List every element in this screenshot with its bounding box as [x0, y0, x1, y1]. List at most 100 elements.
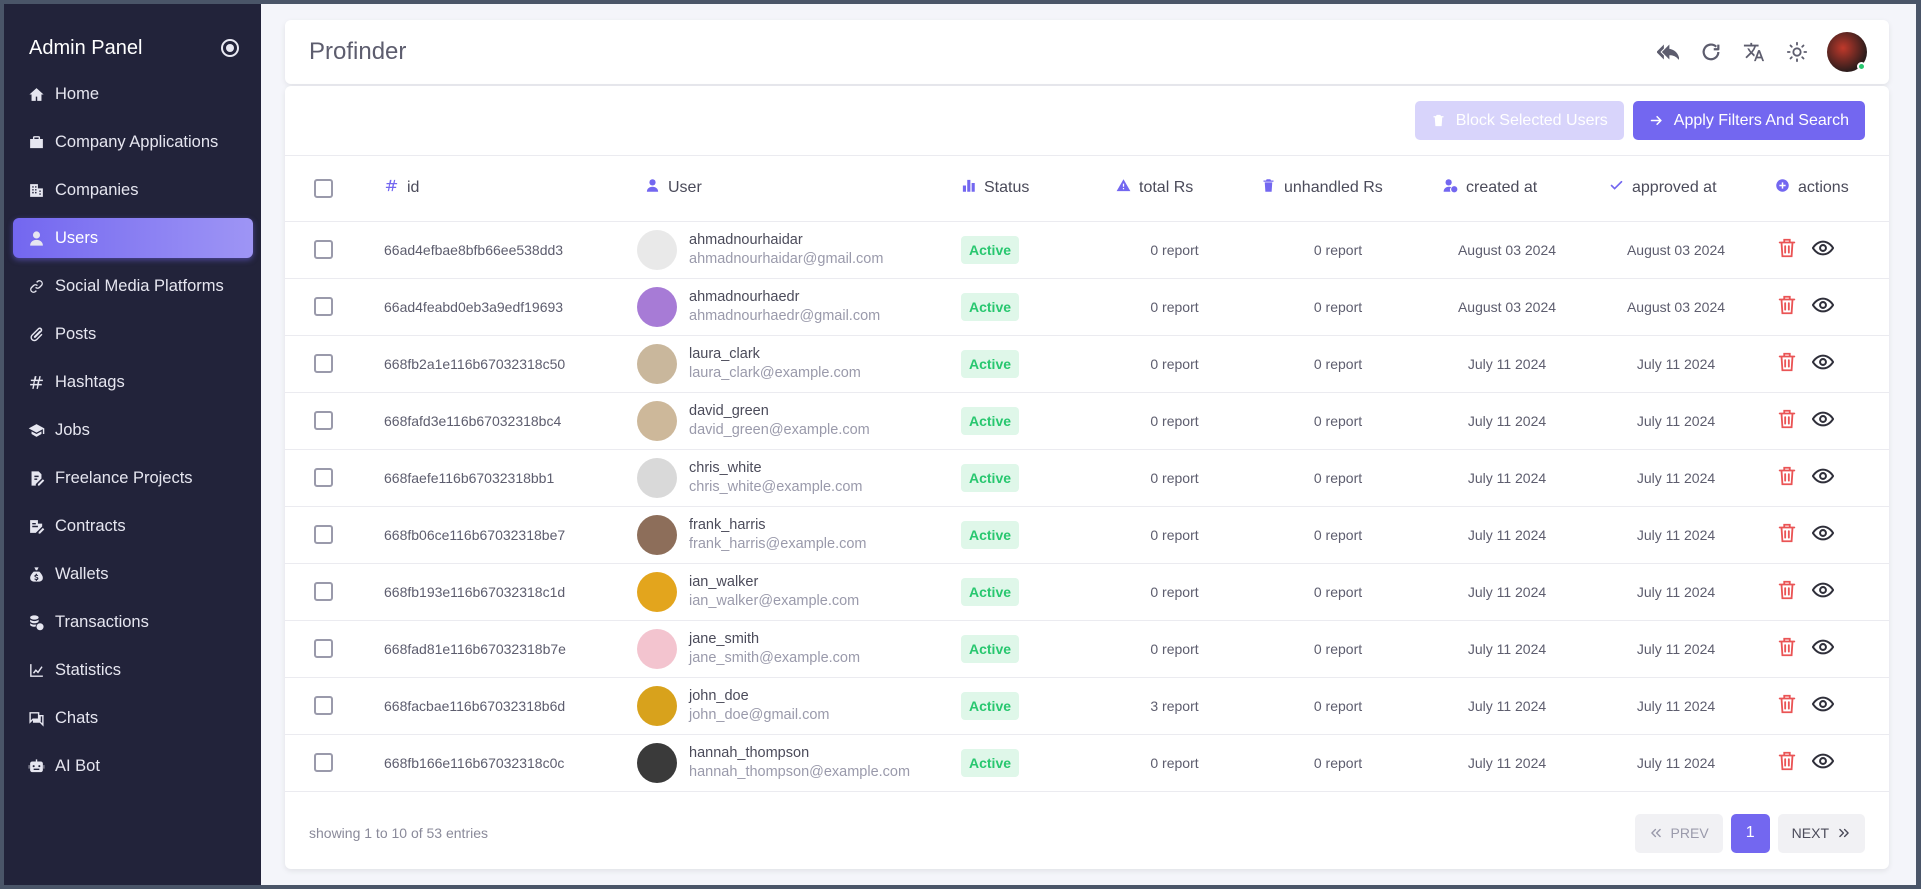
- trash-icon: [1261, 178, 1276, 198]
- table-row: 66ad4feabd0eb3a9edf19693 ahmadnourhaedr ah…: [285, 278, 1889, 335]
- created-at: July 11 2024: [1467, 355, 1547, 372]
- delete-trash-icon[interactable]: [1776, 693, 1798, 715]
- total-reports: 0 report: [1150, 469, 1199, 486]
- check-icon: [1609, 178, 1624, 198]
- user-cell: hannah_thompson hannah_thompson@example.c…: [637, 742, 961, 783]
- status-badge: Active: [961, 235, 1020, 264]
- view-eye-icon[interactable]: [1812, 522, 1834, 544]
- user-email: chris_white@example.com: [689, 478, 863, 495]
- sidebar-item-statistics[interactable]: Statistics: [13, 650, 253, 690]
- profile-avatar[interactable]: [1827, 32, 1867, 72]
- delete-trash-icon[interactable]: [1776, 636, 1798, 658]
- view-eye-icon[interactable]: [1812, 465, 1834, 487]
- sidebar-item-transactions[interactable]: Transactions: [13, 602, 253, 642]
- row-checkbox[interactable]: [314, 696, 333, 715]
- avatar: [637, 742, 677, 783]
- user-id: 668facbae116b67032318b6d: [384, 697, 566, 714]
- view-eye-icon[interactable]: [1812, 750, 1834, 772]
- delete-trash-icon[interactable]: [1776, 579, 1798, 601]
- plus-circle-icon: [1775, 178, 1790, 198]
- sidebar-item-freelance-projects[interactable]: Freelance Projects: [13, 458, 253, 498]
- row-checkbox[interactable]: [314, 411, 333, 430]
- sidebar-item-users[interactable]: Users: [13, 218, 253, 258]
- column-header-created-at[interactable]: created at: [1466, 179, 1537, 197]
- view-eye-icon[interactable]: [1812, 351, 1834, 373]
- row-checkbox[interactable]: [314, 525, 333, 544]
- row-checkbox[interactable]: [314, 240, 333, 259]
- prev-page-button[interactable]: PREV: [1634, 813, 1723, 853]
- row-actions: [1776, 579, 1834, 601]
- created-at: July 11 2024: [1467, 526, 1547, 543]
- sidebar-item-label: Hashtags: [55, 372, 125, 391]
- sidebar-item-company-applications[interactable]: Company Applications: [13, 122, 253, 162]
- column-header-id[interactable]: id: [407, 179, 419, 197]
- view-eye-icon[interactable]: [1812, 693, 1834, 715]
- chat-icon: [27, 709, 45, 727]
- delete-trash-icon[interactable]: [1776, 465, 1798, 487]
- view-eye-icon[interactable]: [1812, 237, 1834, 259]
- view-eye-icon[interactable]: [1812, 294, 1834, 316]
- delete-trash-icon[interactable]: [1776, 351, 1798, 373]
- user-email: jane_smith@example.com: [689, 649, 861, 666]
- sidebar-toggle-icon[interactable]: [221, 39, 239, 57]
- approved-at: July 11 2024: [1636, 412, 1716, 429]
- page-number-button[interactable]: 1: [1730, 813, 1770, 853]
- sidebar-item-wallets[interactable]: Wallets: [13, 554, 253, 594]
- row-actions: [1776, 408, 1834, 430]
- sidebar-item-companies[interactable]: Companies: [13, 170, 253, 210]
- sidebar-item-hashtags[interactable]: Hashtags: [13, 362, 253, 402]
- sun-theme-icon[interactable]: [1784, 39, 1810, 65]
- sidebar-item-label: Users: [55, 228, 99, 247]
- topbar-actions: [1655, 32, 1867, 72]
- sidebar-item-jobs[interactable]: Jobs: [13, 410, 253, 450]
- apply-filters-button[interactable]: Apply Filters And Search: [1632, 101, 1865, 140]
- row-checkbox[interactable]: [314, 582, 333, 601]
- arrow-right-icon: [1650, 115, 1662, 126]
- row-checkbox[interactable]: [314, 468, 333, 487]
- row-checkbox[interactable]: [314, 354, 333, 373]
- column-header-actions: actions: [1798, 179, 1849, 197]
- translate-icon[interactable]: [1741, 39, 1767, 65]
- delete-trash-icon[interactable]: [1776, 237, 1798, 259]
- sidebar-item-contracts[interactable]: Contracts: [13, 506, 253, 546]
- sidebar-item-home[interactable]: Home: [13, 74, 253, 114]
- column-header-user[interactable]: User: [668, 179, 702, 197]
- sidebar-item-label: Contracts: [55, 516, 126, 535]
- sidebar-item-posts[interactable]: Posts: [13, 314, 253, 354]
- table-row: 668fb193e116b67032318c1d ian_walker ian_wa…: [285, 563, 1889, 620]
- column-header-unhandled-rs[interactable]: unhandled Rs: [1284, 179, 1383, 197]
- row-checkbox[interactable]: [314, 753, 333, 772]
- select-all-checkbox[interactable]: [314, 178, 333, 198]
- user-cell: john_doe john_doe@gmail.com: [637, 685, 961, 726]
- sidebar-item-ai-bot[interactable]: AI Bot: [13, 746, 253, 786]
- column-header-status[interactable]: Status: [984, 179, 1029, 197]
- view-eye-icon[interactable]: [1812, 408, 1834, 430]
- row-checkbox[interactable]: [314, 297, 333, 316]
- view-eye-icon[interactable]: [1812, 636, 1834, 658]
- entries-count: showing 1 to 10 of 53 entries: [309, 825, 489, 841]
- refresh-icon[interactable]: [1698, 39, 1724, 65]
- delete-trash-icon[interactable]: [1776, 294, 1798, 316]
- total-reports: 0 report: [1150, 754, 1199, 771]
- total-reports: 3 report: [1150, 697, 1199, 714]
- avatar: [637, 229, 677, 270]
- delete-trash-icon[interactable]: [1776, 522, 1798, 544]
- signature-icon: [27, 517, 45, 535]
- view-eye-icon[interactable]: [1812, 579, 1834, 601]
- double-chevron-right-icon: [1839, 828, 1849, 838]
- next-page-button[interactable]: NEXT: [1777, 813, 1865, 853]
- sidebar-item-social-media-platforms[interactable]: Social Media Platforms: [13, 266, 253, 306]
- column-header-total-rs[interactable]: total Rs: [1139, 179, 1193, 197]
- reply-all-icon[interactable]: [1655, 39, 1681, 65]
- delete-trash-icon[interactable]: [1776, 750, 1798, 772]
- block-selected-users-label: Block Selected Users: [1455, 111, 1608, 129]
- column-header-approved-at[interactable]: approved at: [1632, 179, 1717, 197]
- user-cell: david_green david_green@example.com: [637, 400, 961, 441]
- sidebar-item-chats[interactable]: Chats: [13, 698, 253, 738]
- row-actions: [1776, 750, 1834, 772]
- delete-trash-icon[interactable]: [1776, 408, 1798, 430]
- row-checkbox[interactable]: [314, 639, 333, 658]
- table-row: 668fb2a1e116b67032318c50 laura_clark laura…: [285, 335, 1889, 392]
- block-selected-users-button[interactable]: Block Selected Users: [1414, 101, 1624, 140]
- user-id: 668fb193e116b67032318c1d: [384, 583, 566, 600]
